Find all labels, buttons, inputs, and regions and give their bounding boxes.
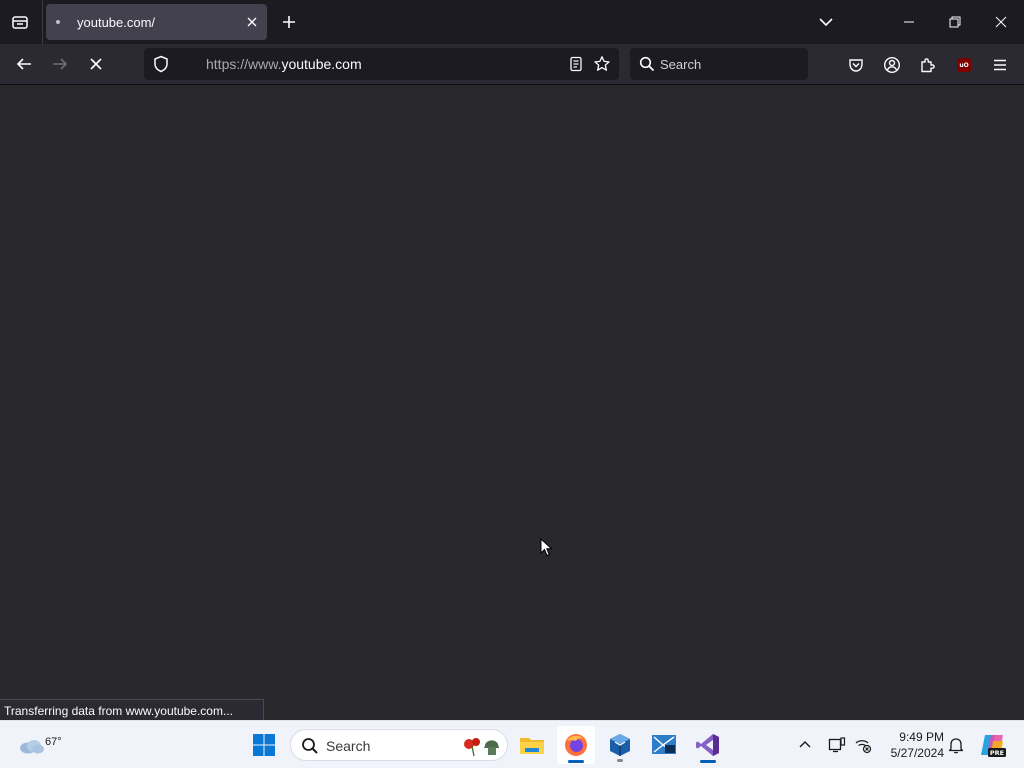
firefox-icon — [565, 734, 587, 756]
new-tab-icon[interactable] — [277, 10, 301, 34]
stop-loading-icon[interactable] — [82, 50, 110, 78]
taskbar-app-firefox[interactable] — [557, 726, 595, 764]
ublock-origin-icon[interactable]: uO — [951, 52, 977, 78]
folder-icon — [520, 738, 544, 754]
navigation-toolbar: https://www.youtube.com Search uO — [0, 44, 1024, 85]
close-icon[interactable] — [978, 0, 1024, 44]
taskbar-app-network[interactable] — [645, 726, 683, 764]
taskbar-app-file-explorer[interactable] — [513, 726, 551, 764]
status-panel: Transferring data from www.youtube.com..… — [0, 699, 264, 720]
url-text[interactable]: https://www.youtube.com — [206, 56, 362, 72]
extensions-puzzle-icon[interactable] — [915, 52, 941, 78]
reader-view-icon[interactable] — [565, 53, 587, 75]
taskbar-search-placeholder: Search — [326, 738, 371, 754]
account-icon[interactable] — [879, 52, 905, 78]
tab-youtube[interactable]: youtube.com/ — [46, 4, 267, 40]
chevron-down-icon[interactable] — [814, 10, 838, 34]
start-button[interactable] — [245, 726, 283, 764]
display-device-icon[interactable] — [825, 733, 849, 757]
windows-logo-icon — [253, 734, 275, 756]
search-highlight-poppy-icon — [464, 738, 499, 757]
tab-separator — [42, 0, 43, 44]
tab-close-icon[interactable] — [242, 12, 262, 32]
chevron-up-icon[interactable] — [793, 733, 817, 757]
tab-title: youtube.com/ — [77, 15, 156, 30]
minimize-icon[interactable] — [886, 0, 932, 44]
tracking-protection-shield-icon[interactable] — [150, 53, 172, 75]
weather-widget[interactable]: 67° — [14, 729, 62, 761]
page-content — [0, 85, 1024, 720]
windows-taskbar: 67° Search 9:49 PM 5/27/2024 PRE — [0, 720, 1024, 768]
notification-bell-icon[interactable] — [944, 733, 968, 757]
hamburger-menu-icon[interactable] — [987, 52, 1013, 78]
active-app-indicator — [568, 760, 584, 763]
clock-date: 5/27/2024 — [890, 746, 944, 760]
pocket-icon[interactable] — [843, 52, 869, 78]
bookmark-star-icon[interactable] — [591, 53, 613, 75]
taskbar-search-box[interactable]: Search — [290, 729, 508, 761]
search-icon — [638, 55, 656, 73]
forward-arrow-icon[interactable] — [46, 50, 74, 78]
network-app-icon — [652, 735, 676, 754]
list-all-tabs-icon[interactable] — [8, 10, 32, 34]
weather-temperature: 67° — [45, 736, 62, 748]
taskbar-app-virtualbox[interactable] — [601, 726, 639, 764]
taskbar-clock[interactable]: 9:49 PM 5/27/2024 — [878, 729, 944, 761]
tab-strip: youtube.com/ — [0, 0, 1024, 44]
taskbar-app-visual-studio[interactable] — [689, 726, 727, 764]
address-bar[interactable]: https://www.youtube.com — [144, 48, 619, 80]
tab-loading-icon — [56, 20, 60, 24]
network-disconnected-icon[interactable] — [851, 733, 875, 757]
url-host: youtube.com — [281, 56, 362, 72]
copilot-badge: PRE — [990, 749, 1004, 757]
search-bar[interactable]: Search — [630, 48, 808, 80]
running-app-indicator — [617, 759, 623, 762]
virtualbox-icon — [610, 734, 630, 756]
clock-time: 9:49 PM — [899, 730, 944, 744]
taskbar-search-icon — [302, 738, 318, 754]
running-app-indicator — [700, 760, 716, 763]
visual-studio-icon — [696, 734, 719, 756]
restore-icon[interactable] — [932, 0, 978, 44]
ublock-badge: uO — [957, 58, 971, 72]
mouse-cursor-icon — [540, 538, 553, 557]
copilot-icon[interactable]: PRE — [979, 731, 1007, 759]
url-scheme: https://www. — [206, 56, 282, 72]
search-placeholder: Search — [660, 57, 702, 72]
back-arrow-icon[interactable] — [10, 50, 38, 78]
